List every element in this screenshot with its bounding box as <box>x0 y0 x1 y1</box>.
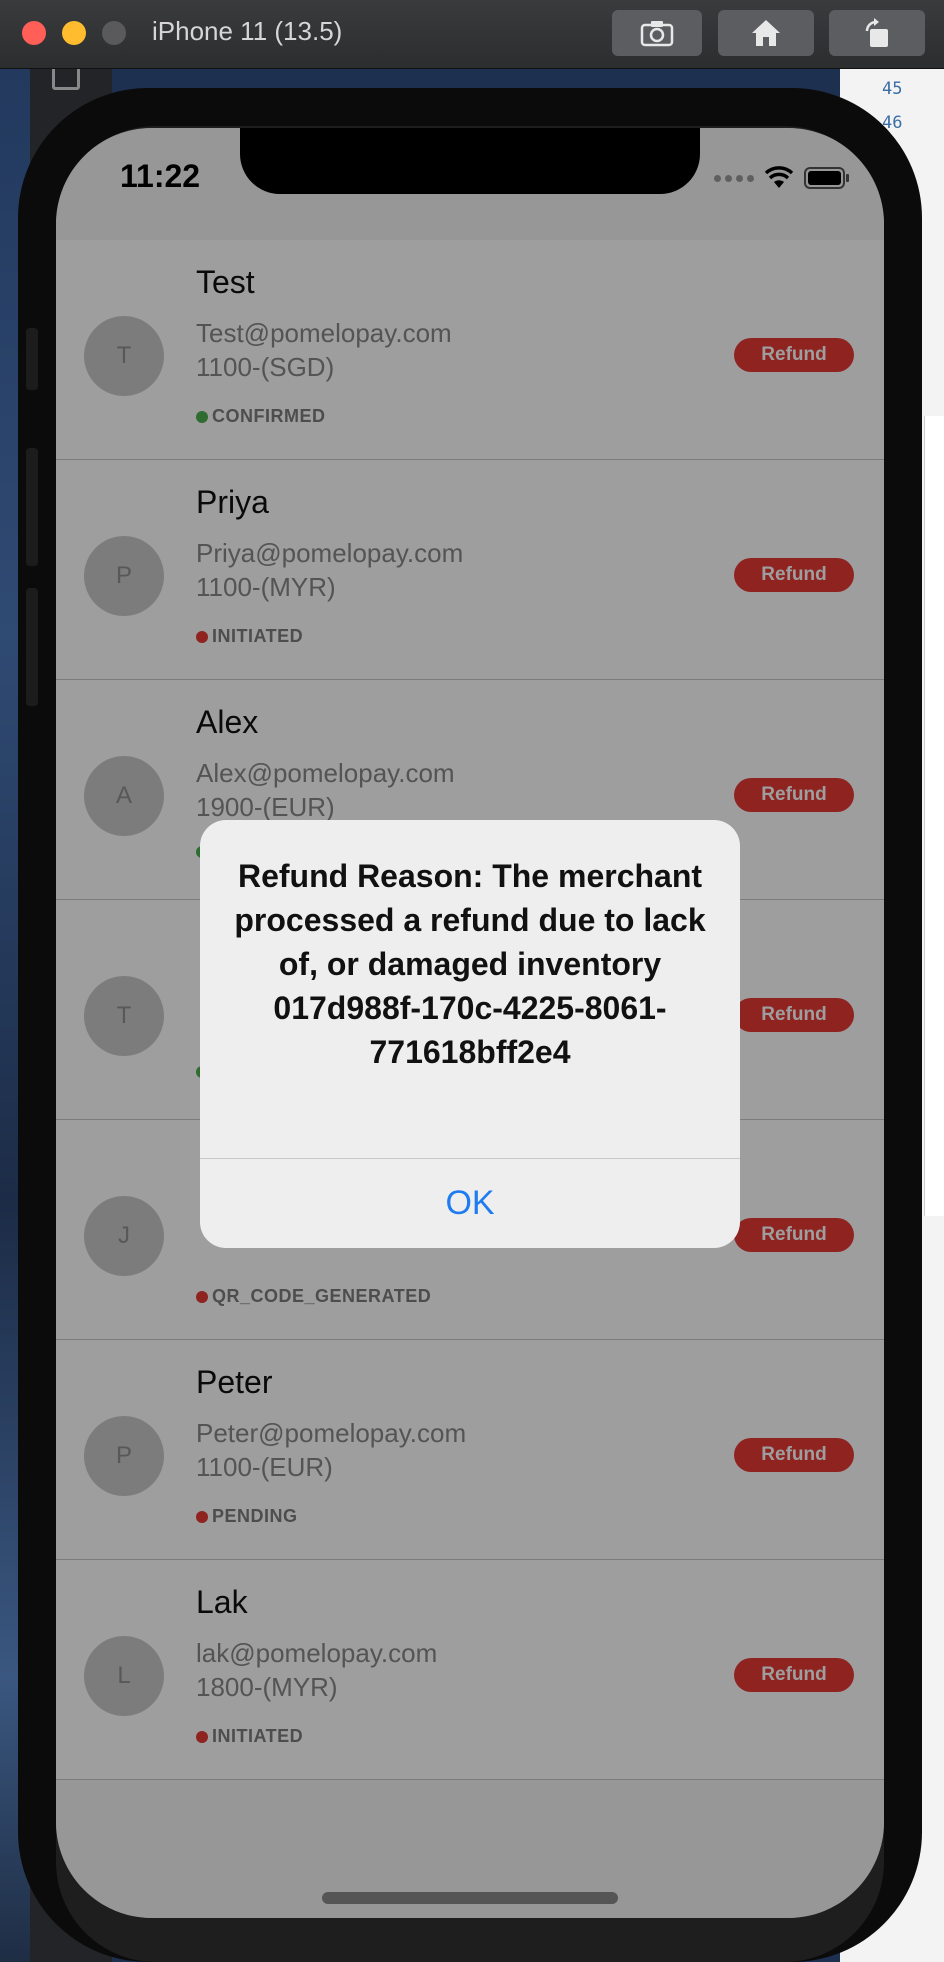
volume-down-button <box>26 588 38 706</box>
screenshot-button[interactable] <box>612 10 702 56</box>
home-indicator[interactable] <box>322 1892 618 1904</box>
line-number: 45 <box>882 79 903 99</box>
mute-switch <box>26 328 38 390</box>
editor-panel <box>924 416 944 1216</box>
rotate-icon <box>865 18 888 47</box>
simulator-titlebar: iPhone 11 (13.5) <box>0 0 944 69</box>
rotate-button[interactable] <box>829 10 925 56</box>
window-title: iPhone 11 (13.5) <box>152 16 343 46</box>
close-window-button[interactable] <box>22 21 46 45</box>
camera-icon <box>640 21 674 47</box>
volume-up-button <box>26 448 38 566</box>
home-icon <box>752 20 780 46</box>
alert-message: Refund Reason: The merchant processed a … <box>234 858 706 1070</box>
refund-reason-alert: Refund Reason: The merchant processed a … <box>200 820 740 1248</box>
zoom-window-button[interactable] <box>102 21 126 45</box>
home-button[interactable] <box>718 10 814 56</box>
device-screen: 11:22 T Test Test@pomelopay.com 1100-(SGD) C… <box>56 128 884 1918</box>
minimize-window-button[interactable] <box>62 21 86 45</box>
alert-ok-button[interactable]: OK <box>200 1159 740 1248</box>
